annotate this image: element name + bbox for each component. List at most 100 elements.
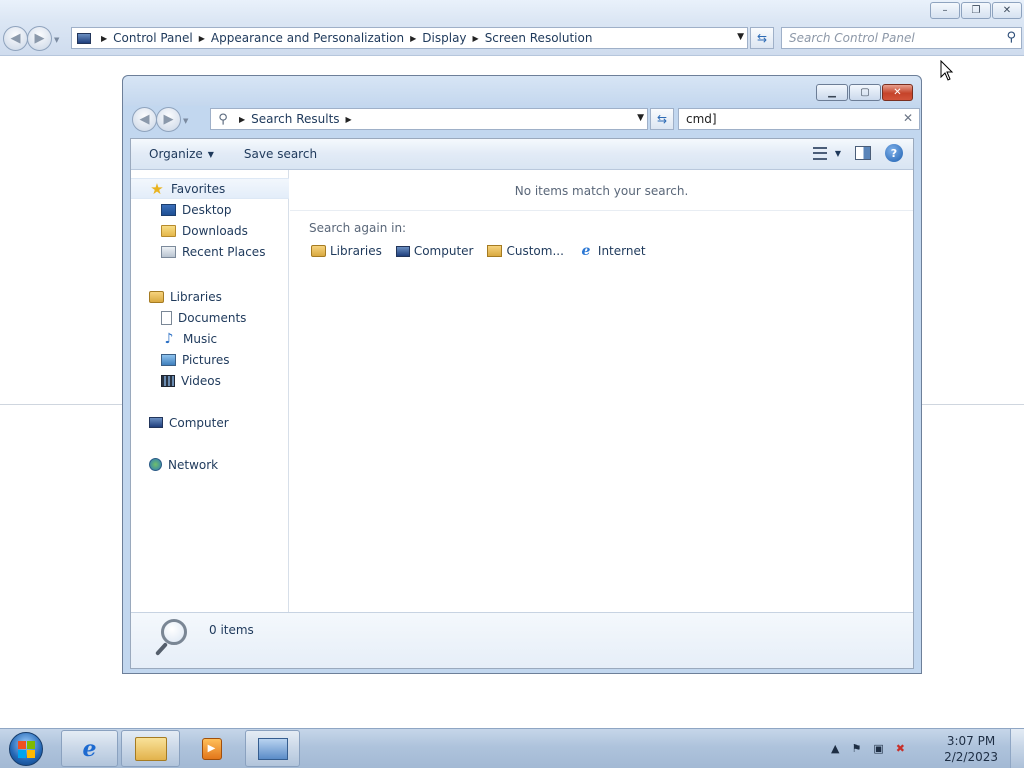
search-again-internet[interactable]: e Internet (578, 243, 645, 259)
cp-recent-pages-dropdown[interactable]: ▼ (54, 36, 59, 51)
network-tray-icon[interactable]: ▣ (873, 742, 883, 755)
show-desktop-button[interactable] (1010, 729, 1024, 768)
cp-search-placeholder: Search Control Panel (789, 31, 915, 45)
back-arrow-icon: ◀ (139, 112, 150, 127)
address-bar[interactable]: ⚲ ▶ Search Results ▶ ▼ (210, 108, 648, 130)
forward-arrow-icon: ▶ (163, 112, 174, 127)
address-dropdown-icon[interactable]: ▼ (637, 113, 644, 123)
search-icon[interactable]: ⚲ (1006, 30, 1016, 45)
help-icon[interactable]: ? (885, 144, 903, 162)
navigation-pane: ★ Favorites Desktop Downloads Recent Pla… (131, 170, 289, 612)
internet-explorer-icon: e (581, 243, 591, 259)
nav-desktop[interactable]: Desktop (131, 199, 289, 220)
custom-folder-icon (487, 245, 503, 257)
recent-pages-dropdown[interactable]: ▼ (183, 117, 188, 132)
close-button[interactable]: ✕ (882, 84, 913, 101)
search-again-libraries[interactable]: Libraries (311, 243, 382, 259)
cp-close-button[interactable]: ✕ (992, 2, 1022, 19)
cp-back-button[interactable]: ◀ (3, 26, 28, 51)
magnifier-icon (151, 619, 193, 663)
nav-documents[interactable]: Documents (131, 307, 289, 328)
internet-explorer-icon: e (82, 735, 97, 762)
breadcrumb-screen-resolution[interactable]: Screen Resolution (485, 31, 593, 45)
windows-logo-icon (9, 732, 43, 766)
nav-label: Music (183, 331, 218, 346)
volume-muted-icon[interactable]: ✖ (896, 742, 905, 755)
nav-libraries[interactable]: Libraries (131, 286, 289, 307)
cp-minimize-button[interactable]: – (930, 2, 960, 19)
breadcrumb-control-panel[interactable]: Control Panel (113, 31, 193, 45)
breadcrumb-arrow-icon[interactable]: ▶ (346, 115, 352, 124)
nav-network[interactable]: Network (131, 454, 289, 475)
search-again-custom[interactable]: Custom... (487, 243, 564, 259)
cp-forward-button[interactable]: ▶ (27, 26, 52, 51)
minimize-icon: ▁ (828, 87, 836, 98)
nav-label: Desktop (182, 202, 232, 217)
nav-recent-places[interactable]: Recent Places (131, 241, 289, 262)
nav-label: Favorites (171, 181, 226, 196)
cp-address-bar[interactable]: ▶ Control Panel ▶ Appearance and Personali… (71, 27, 748, 49)
back-button[interactable]: ◀ (132, 107, 157, 132)
taskbar-clock[interactable]: 3:07 PM 2/2/2023 (944, 733, 998, 765)
control-panel-icon (77, 32, 91, 44)
clock-time: 3:07 PM (946, 734, 996, 748)
cp-restore-button[interactable]: ❐ (961, 2, 991, 19)
nav-label: Videos (181, 373, 221, 388)
window-title-bar[interactable]: ▁ ▢ ✕ (123, 76, 921, 106)
search-again-computer[interactable]: Computer (395, 243, 473, 259)
save-search-label: Save search (243, 147, 318, 161)
chevron-down-icon[interactable]: ▼ (835, 149, 841, 158)
change-view-button[interactable]: ▼ (812, 146, 841, 160)
nav-label: Libraries (170, 289, 222, 304)
recent-places-icon (161, 245, 176, 258)
cp-refresh-button[interactable]: ⇆ (750, 27, 774, 49)
file-list-area[interactable]: No items match your search. Search again… (290, 170, 913, 612)
forward-button[interactable]: ▶ (156, 107, 181, 132)
nav-music[interactable]: ♪ Music (131, 328, 289, 349)
taskbar-control-panel[interactable] (245, 730, 300, 767)
taskbar-internet-explorer[interactable]: e (61, 730, 118, 767)
breadcrumb-arrow-icon[interactable]: ▶ (473, 34, 479, 43)
nav-pictures[interactable]: Pictures (131, 349, 289, 370)
breadcrumb-search-results[interactable]: Search Results (251, 112, 339, 126)
maximize-button[interactable]: ▢ (849, 84, 881, 101)
taskbar-windows-explorer[interactable] (121, 730, 180, 767)
organize-button[interactable]: Organize ▼ (149, 147, 214, 161)
address-dropdown-icon[interactable]: ▼ (737, 32, 744, 42)
network-icon (149, 458, 162, 471)
nav-downloads[interactable]: Downloads (131, 220, 289, 241)
nav-videos[interactable]: Videos (131, 370, 289, 391)
breadcrumb-arrow-icon[interactable]: ▶ (410, 34, 416, 43)
show-hidden-icons-icon[interactable]: ▲ (831, 742, 839, 755)
search-again-label: Search again in: (309, 221, 407, 235)
network-group: Network (131, 454, 289, 475)
computer-icon (149, 417, 163, 428)
breadcrumb-arrow-icon[interactable]: ▶ (239, 115, 245, 124)
breadcrumb-arrow-icon[interactable]: ▶ (101, 34, 107, 43)
nav-computer[interactable]: Computer (131, 412, 289, 433)
forward-arrow-icon: ▶ (34, 31, 45, 46)
preview-pane-icon[interactable] (855, 146, 871, 160)
taskbar-media-player[interactable]: ▶ (183, 730, 240, 767)
item-count: 0 items (209, 623, 254, 637)
refresh-button[interactable]: ⇆ (650, 108, 674, 130)
organize-label: Organize (149, 147, 203, 161)
close-icon: ✕ (893, 87, 902, 98)
search-input[interactable]: cmd] ✕ (678, 108, 920, 130)
clock-date: 2/2/2023 (944, 750, 998, 764)
views-icon (812, 146, 827, 160)
minimize-button[interactable]: ▁ (816, 84, 848, 101)
cp-search-input[interactable]: Search Control Panel ⚲ (781, 27, 1022, 49)
clear-search-icon[interactable]: ✕ (903, 111, 913, 125)
nav-favorites[interactable]: ★ Favorites (131, 178, 289, 199)
command-bar: Organize ▼ Save search ▼ ? (131, 139, 913, 170)
nav-label: Pictures (182, 352, 230, 367)
breadcrumb-arrow-icon[interactable]: ▶ (199, 34, 205, 43)
save-search-button[interactable]: Save search (244, 147, 317, 161)
action-center-flag-icon[interactable]: ⚑ (851, 742, 861, 755)
nav-label: Downloads (182, 223, 248, 238)
breadcrumb-appearance[interactable]: Appearance and Personalization (211, 31, 404, 45)
breadcrumb-display[interactable]: Display (422, 31, 466, 45)
computer-icon (395, 245, 410, 257)
start-button[interactable] (3, 731, 49, 767)
